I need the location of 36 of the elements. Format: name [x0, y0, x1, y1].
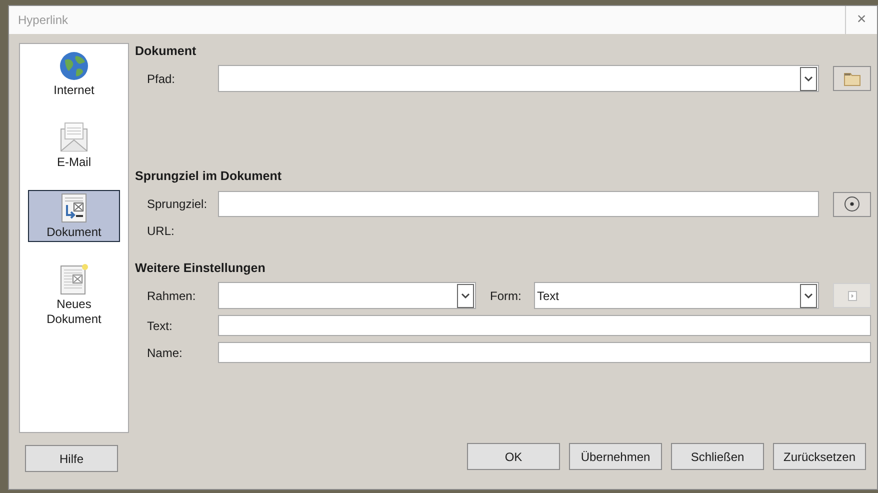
dropdown-caret-icon	[800, 66, 817, 90]
combo-box[interactable]	[218, 65, 819, 92]
dialog-button[interactable]: Zurücksetzen	[773, 443, 866, 470]
field-label: Name:	[147, 344, 184, 362]
dialog-button[interactable]: Schließen	[671, 443, 764, 470]
input-field[interactable]	[218, 315, 871, 336]
section-heading: Weitere Einstellungen	[135, 260, 266, 277]
field-label: URL:	[147, 223, 176, 240]
dialog-button[interactable]: Übernehmen	[569, 443, 662, 470]
input-field[interactable]	[218, 191, 819, 217]
combo-box[interactable]: Text	[534, 282, 819, 309]
section-heading: Dokument	[135, 43, 198, 60]
section-heading: Sprungziel im Dokument	[135, 168, 283, 185]
window-title: Hyperlink	[18, 12, 68, 29]
play-icon	[848, 290, 856, 300]
combo-box[interactable]	[218, 282, 476, 309]
envelope-icon	[59, 121, 89, 153]
dropdown-caret-icon	[457, 284, 474, 308]
field-label: Sprungziel:	[147, 196, 208, 213]
new-document-icon	[60, 263, 88, 295]
input-field[interactable]	[218, 342, 871, 363]
field-label: Text:	[147, 318, 174, 334]
dialog-button[interactable]: Hilfe	[25, 445, 118, 472]
sidebar-item[interactable]: Dokument	[28, 190, 120, 242]
close-button[interactable]: ×	[845, 6, 877, 34]
field-label: Pfad:	[147, 70, 176, 88]
dialog-button[interactable]: OK	[467, 443, 560, 470]
folder-icon	[844, 70, 860, 86]
target-icon	[844, 196, 860, 212]
globe-icon	[59, 51, 89, 81]
field-label: Rahmen:	[147, 288, 197, 304]
dropdown-caret-icon	[800, 284, 817, 308]
field-label: Form:	[490, 288, 522, 304]
document-icon	[61, 193, 87, 223]
folder-button[interactable]	[833, 66, 871, 91]
target-button[interactable]	[833, 192, 871, 216]
